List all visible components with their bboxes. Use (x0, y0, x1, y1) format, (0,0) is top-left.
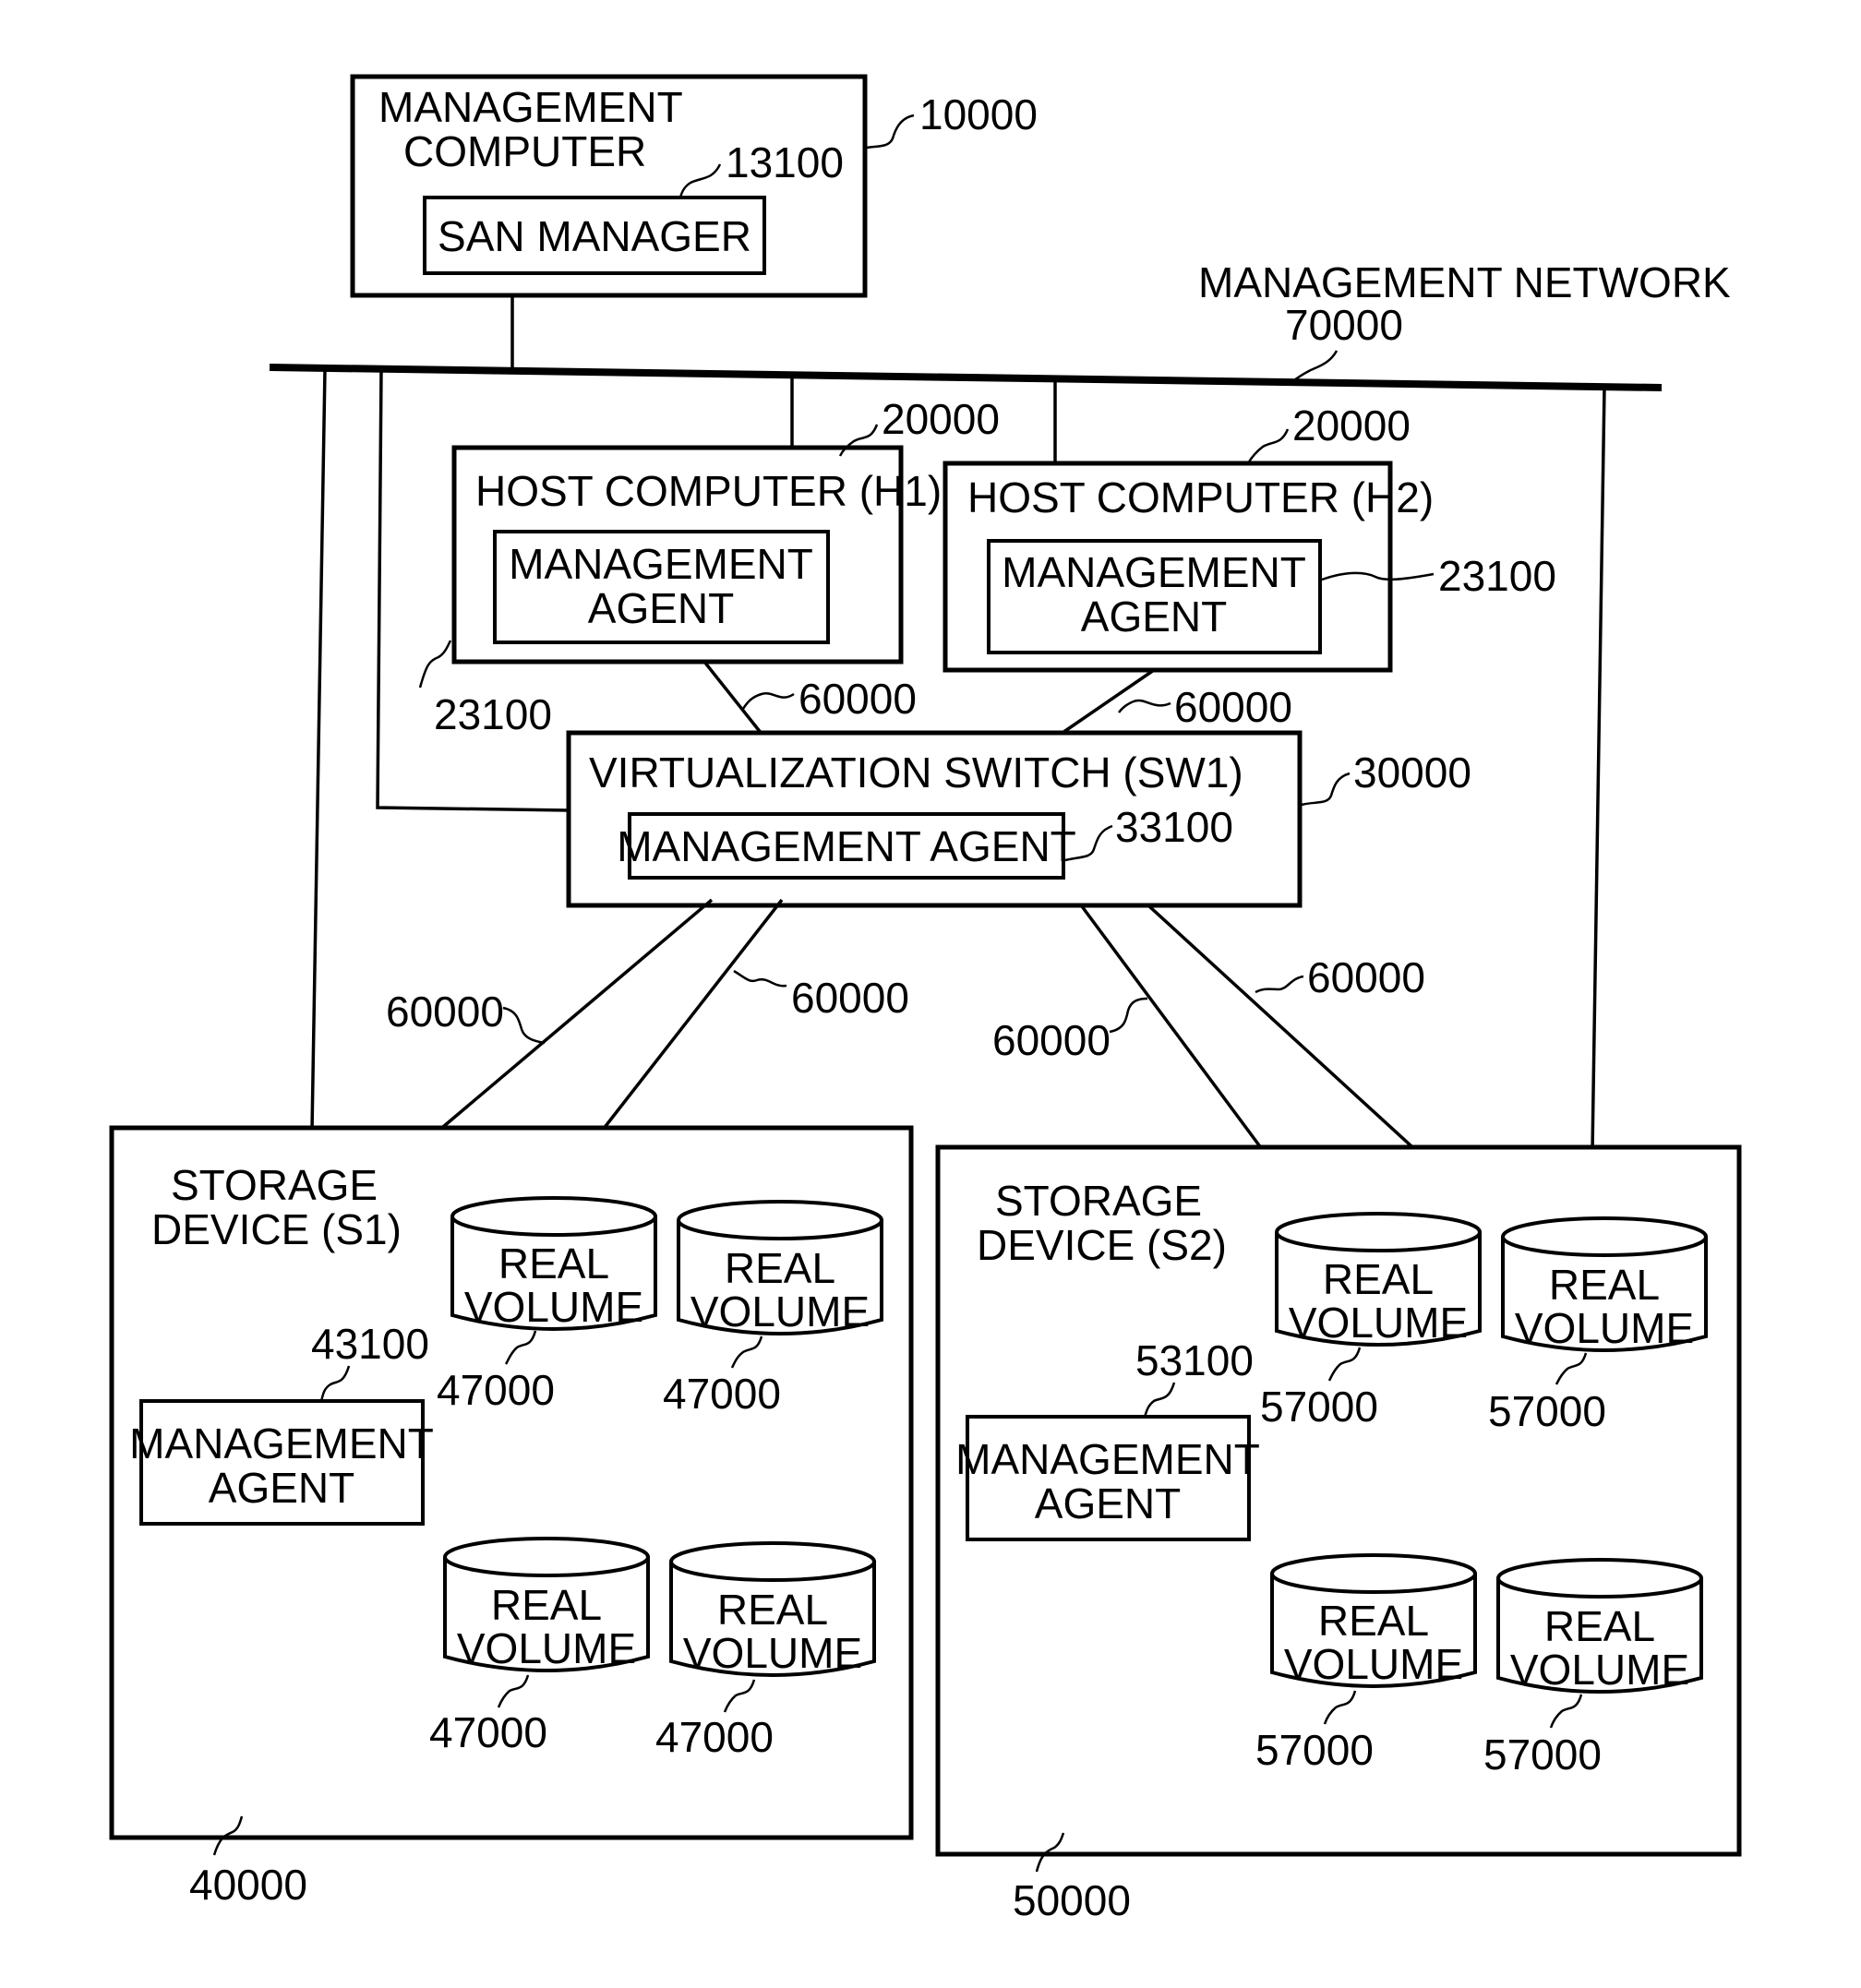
storage-s1-title-line2: DEVICE (S1) (151, 1205, 402, 1253)
virtualization-switch-leader (1301, 772, 1351, 807)
host-h1-agent-leader (418, 640, 452, 689)
san-system-diagram: MANAGEMENT NETWORK 70000 MANAGEMENT COMP… (109, 74, 1742, 1924)
volume-label-line2: VOLUME (690, 1287, 870, 1335)
fc-link-s2-b-ref: 60000 (1307, 953, 1425, 1001)
host-h2-agent-ref: 23100 (1438, 552, 1556, 600)
volume-label-line1: REAL (1323, 1255, 1434, 1303)
fc-link-s1-b-ref: 60000 (791, 974, 909, 1022)
volume-ref: 47000 (655, 1713, 774, 1761)
volume-label-line2: VOLUME (464, 1283, 643, 1331)
volume-label-line2: VOLUME (457, 1624, 636, 1672)
volume-label-line1: REAL (725, 1244, 835, 1292)
host-h1-title: HOST COMPUTER (H1) (475, 467, 942, 515)
volume-label-line1: REAL (717, 1586, 828, 1634)
volume-label-line1: REAL (1544, 1602, 1655, 1650)
fc-link-s2-a-leader (1109, 997, 1148, 1034)
network-link-storage-s2 (1591, 387, 1606, 1153)
fc-link-switch-s1-b (594, 898, 784, 1140)
management-network-label: MANAGEMENT NETWORK (1198, 258, 1731, 306)
network-link-storage-s1 (310, 368, 327, 1132)
storage-s2-title-line1: STORAGE (995, 1177, 1202, 1225)
volume-label-line1: REAL (1549, 1261, 1660, 1309)
fc-link-s1-a-ref: 60000 (386, 988, 504, 1036)
volume-ref: 57000 (1488, 1387, 1606, 1435)
switch-agent-label: MANAGEMENT AGENT (617, 822, 1076, 870)
volume-label-line1: REAL (1318, 1597, 1429, 1645)
volume-label-line1: REAL (491, 1581, 602, 1629)
storage-s1-agent-line1: MANAGEMENT (129, 1419, 434, 1467)
management-computer-title-line1: MANAGEMENT (378, 83, 683, 131)
fc-link-s1-b-leader (733, 969, 787, 988)
storage-s2-agent-ref: 53100 (1135, 1336, 1254, 1384)
volume-label-line2: VOLUME (1515, 1304, 1694, 1352)
volume-label-line2: VOLUME (1284, 1640, 1463, 1688)
host-h2-agent-line1: MANAGEMENT (1002, 548, 1306, 596)
host-h1-agent-ref: 23100 (434, 690, 552, 738)
virtualization-switch-title: VIRTUALIZATION SWITCH (SW1) (589, 748, 1243, 796)
management-computer-ref: 10000 (919, 90, 1038, 138)
host-h1-ref: 20000 (882, 395, 1000, 443)
virtualization-switch-ref: 30000 (1353, 748, 1471, 796)
storage-s1-title-line1: STORAGE (171, 1161, 378, 1209)
fc-link-h2-leader (1118, 699, 1171, 713)
host-h2-title: HOST COMPUTER (H2) (967, 473, 1434, 521)
fc-link-h1-leader (741, 692, 795, 710)
storage-s1-agent-ref: 43100 (311, 1320, 429, 1368)
san-manager-ref: 13100 (726, 138, 844, 186)
volume-label-line2: VOLUME (683, 1629, 862, 1677)
storage-s1-ref: 40000 (189, 1861, 307, 1909)
volume-ref: 57000 (1483, 1731, 1602, 1778)
volume-ref: 57000 (1260, 1383, 1378, 1431)
fc-link-h2-switch (1059, 668, 1155, 737)
host-h1-agent-line2: AGENT (588, 584, 734, 632)
host-h1-agent-line1: MANAGEMENT (509, 540, 813, 588)
storage-s1-agent-line2: AGENT (209, 1464, 354, 1512)
volume-ref: 57000 (1255, 1726, 1374, 1774)
fc-link-s2-a-ref: 60000 (992, 1016, 1111, 1064)
volume-ref: 47000 (429, 1708, 547, 1756)
host-h2-leader (1246, 428, 1290, 464)
storage-s2-ref: 50000 (1013, 1876, 1131, 1924)
volume-label-line2: VOLUME (1289, 1299, 1468, 1347)
host-h2-ref: 20000 (1292, 401, 1411, 449)
management-computer-leader (866, 114, 915, 150)
volume-ref: 47000 (663, 1370, 781, 1418)
storage-s2-agent-line1: MANAGEMENT (955, 1435, 1260, 1483)
fc-link-h1-ref: 60000 (798, 675, 917, 723)
volume-label-line1: REAL (498, 1240, 609, 1287)
switch-agent-ref: 33100 (1115, 803, 1233, 851)
management-network-ref: 70000 (1285, 301, 1403, 349)
management-computer-title-line2: COMPUTER (403, 127, 646, 175)
volume-ref: 47000 (437, 1366, 555, 1414)
fc-link-s2-b-leader (1255, 975, 1304, 994)
management-network-bus (269, 364, 1663, 391)
san-manager-label: SAN MANAGER (438, 212, 751, 260)
storage-s2-title-line2: DEVICE (S2) (977, 1221, 1227, 1269)
fc-link-h2-ref: 60000 (1174, 683, 1292, 731)
fc-link-s1-a-leader (502, 1006, 546, 1045)
volume-label-line2: VOLUME (1510, 1646, 1689, 1694)
management-network-leader (1293, 350, 1339, 382)
host-h2-agent-line2: AGENT (1081, 593, 1227, 641)
fc-link-switch-s2-b (1147, 904, 1423, 1157)
storage-s2-agent-line2: AGENT (1035, 1479, 1181, 1527)
